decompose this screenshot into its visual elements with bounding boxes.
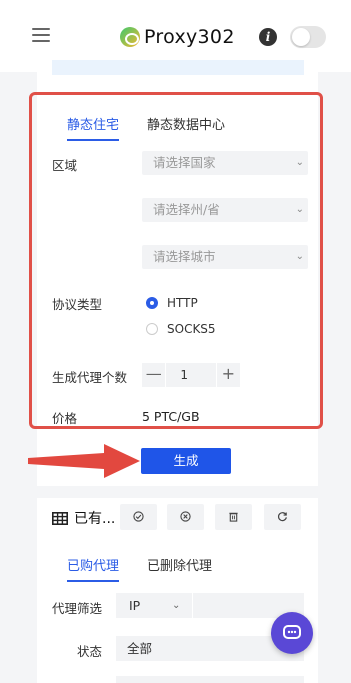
protocol-option-socks5[interactable]: SOCKS5	[146, 322, 216, 336]
quantity-input[interactable]: 1	[166, 363, 216, 387]
proxies-header: 已有...	[52, 508, 115, 528]
chevron-down-icon: ⌄	[295, 204, 304, 215]
logo-mark-icon	[120, 27, 140, 47]
trash-icon	[229, 512, 238, 522]
chat-button[interactable]	[271, 612, 313, 654]
radio-checked-icon[interactable]	[146, 297, 158, 309]
proxy-type-tabs: 静态住宅 静态数据中心	[67, 114, 253, 141]
status-value: 全部	[127, 641, 153, 656]
tab-deleted-proxies[interactable]: 已删除代理	[147, 555, 212, 582]
chevron-down-icon: ⌄	[172, 600, 181, 611]
country-placeholder: 请选择国家	[153, 155, 216, 170]
proxy-list-tabs: 已购代理 已删除代理	[67, 555, 240, 582]
check-circle-icon	[133, 511, 144, 522]
brand-name: Proxy302	[144, 26, 235, 48]
tab-static-datacenter[interactable]: 静态数据中心	[147, 114, 225, 141]
protocol-option-http[interactable]: HTTP	[146, 296, 198, 310]
info-icon[interactable]: i	[259, 28, 277, 46]
filter-label: 代理筛选	[52, 601, 103, 616]
check-button[interactable]	[120, 504, 157, 530]
hamburger-menu-icon[interactable]	[32, 28, 50, 42]
increment-button[interactable]: +	[216, 363, 240, 387]
refresh-button[interactable]	[264, 504, 301, 530]
protocol-http-label: HTTP	[167, 296, 198, 310]
filter-type-select[interactable]: IP ⌄	[116, 593, 192, 618]
chat-bubble-icon	[283, 625, 301, 639]
country-select[interactable]: 请选择国家 ⌄	[142, 151, 308, 175]
chevron-down-icon: ⌄	[295, 251, 304, 262]
filter-type-value: IP	[129, 598, 141, 613]
price-label: 价格	[52, 411, 78, 426]
price-value: 5 PTC/GB	[142, 409, 200, 424]
theme-toggle[interactable]	[290, 26, 326, 48]
notice-banner	[52, 60, 304, 75]
generate-button[interactable]: 生成	[141, 448, 231, 474]
status-label: 状态	[77, 644, 103, 659]
quantity-label: 生成代理个数	[52, 370, 128, 385]
table-grid-icon	[52, 511, 68, 525]
region-label: 区域	[52, 158, 78, 173]
protocol-label: 协议类型	[52, 297, 103, 312]
tab-static-residential[interactable]: 静态住宅	[67, 114, 120, 141]
decrement-button[interactable]: —	[142, 363, 166, 387]
delete-button[interactable]	[215, 504, 252, 530]
cancel-button[interactable]	[167, 504, 204, 530]
state-select[interactable]: 请选择州/省 ⌄	[142, 198, 308, 222]
protocol-socks5-label: SOCKS5	[167, 322, 216, 336]
page: Proxy302 i 静态住宅 静态数据中心 区域 请选择国家 ⌄ 请选择州/省…	[0, 0, 351, 683]
city-placeholder: 请选择城市	[153, 249, 216, 264]
brand-logo[interactable]: Proxy302	[120, 24, 235, 50]
proxies-title: 已有...	[74, 511, 116, 527]
radio-unchecked-icon[interactable]	[146, 323, 158, 335]
state-placeholder: 请选择州/省	[153, 202, 220, 217]
refresh-icon	[277, 512, 287, 522]
city-select[interactable]: 请选择城市 ⌄	[142, 245, 308, 269]
close-circle-icon	[180, 511, 191, 522]
tab-purchased-proxies[interactable]: 已购代理	[67, 555, 120, 582]
chevron-down-icon: ⌄	[295, 157, 304, 168]
next-filter-field[interactable]	[116, 676, 304, 683]
red-arrow-icon	[28, 444, 140, 478]
quantity-stepper: — 1 +	[142, 363, 240, 387]
